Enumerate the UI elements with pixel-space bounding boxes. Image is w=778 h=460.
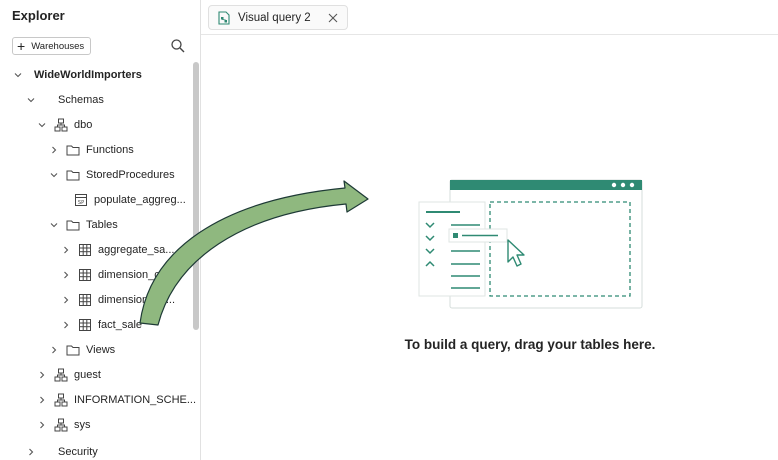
tree-item-database[interactable]: WideWorldImporters xyxy=(12,62,142,87)
tree-item-table[interactable]: fact_sale xyxy=(60,312,142,337)
tree-item-table[interactable]: dimension_cit... xyxy=(60,262,174,287)
empty-canvas-illustration xyxy=(418,179,643,309)
explorer-title: Explorer xyxy=(12,8,65,23)
tree-item-label: Views xyxy=(86,343,116,356)
close-icon[interactable] xyxy=(327,12,339,24)
tree-item-label: guest xyxy=(74,368,101,381)
explorer-scrollbar[interactable] xyxy=(193,62,199,330)
folder-icon xyxy=(66,145,80,155)
schema-icon xyxy=(54,368,68,381)
add-warehouses-button[interactable]: + Warehouses xyxy=(12,37,92,55)
table-icon xyxy=(79,293,91,306)
tree-item-procedure[interactable]: SP populate_aggreg... xyxy=(74,187,186,212)
tree-item-label: sys xyxy=(74,418,91,431)
schema-icon xyxy=(54,418,68,431)
tree-item-stored-procedures[interactable]: StoredProcedures xyxy=(48,162,175,187)
tree-item-label: StoredProcedures xyxy=(86,168,175,181)
tree-item-schemas[interactable]: Schemas xyxy=(25,87,104,112)
tab-bar: Visual query 2 xyxy=(201,0,778,35)
tree-item-label: aggregate_sa... xyxy=(98,243,175,256)
svg-text:SP: SP xyxy=(78,200,84,206)
tab-label: Visual query 2 xyxy=(238,11,311,24)
chevron-down-icon xyxy=(14,72,22,77)
chevron-right-icon xyxy=(52,346,57,353)
tree-item-label: Security xyxy=(58,445,98,458)
search-icon[interactable] xyxy=(170,38,186,54)
visual-query-icon xyxy=(218,10,230,25)
tree-item-dbo[interactable]: dbo xyxy=(36,112,92,137)
table-icon xyxy=(79,318,91,331)
chevron-right-icon xyxy=(52,146,57,153)
tree-item-label: Functions xyxy=(86,143,134,156)
folder-icon xyxy=(66,170,80,180)
schema-icon xyxy=(54,118,68,131)
tree-item-label: dbo xyxy=(74,118,93,131)
tree-item-label: INFORMATION_SCHE... xyxy=(74,393,197,406)
tree-item-label: dimension_cit... xyxy=(98,268,175,281)
chevron-right-icon xyxy=(64,246,69,253)
schema-icon xyxy=(54,393,68,406)
table-icon xyxy=(79,243,91,256)
tree-item-tables[interactable]: Tables xyxy=(48,212,118,237)
tab-visual-query[interactable]: Visual query 2 xyxy=(208,5,348,30)
folder-icon xyxy=(66,220,80,230)
chevron-down-icon xyxy=(50,222,58,227)
tree-item-guest[interactable]: guest xyxy=(36,362,101,387)
explorer-panel: Explorer + Warehouses WideWorldImporters… xyxy=(0,0,201,460)
tree-item-functions[interactable]: Functions xyxy=(48,137,134,162)
chevron-right-icon xyxy=(64,271,69,278)
chevron-right-icon xyxy=(64,296,69,303)
chevron-right-icon xyxy=(40,421,45,428)
tree-item-table[interactable]: aggregate_sa... xyxy=(60,237,174,262)
tree-item-security[interactable]: Security xyxy=(25,439,98,460)
tree-item-label: fact_sale xyxy=(98,318,143,331)
tree-item-label: dimension_cu... xyxy=(98,293,176,306)
warehouses-button-label: Warehouses xyxy=(31,40,85,52)
tree-item-label: Tables xyxy=(86,218,118,231)
stored-procedure-icon: SP xyxy=(75,193,87,206)
tree-item-sys[interactable]: sys xyxy=(36,412,91,437)
chevron-down-icon xyxy=(38,122,46,127)
folder-icon xyxy=(66,345,80,355)
chevron-down-icon xyxy=(27,97,35,102)
tree-item-label: Schemas xyxy=(58,93,104,106)
chevron-right-icon xyxy=(40,396,45,403)
chevron-right-icon xyxy=(29,448,34,455)
chevron-right-icon xyxy=(64,321,69,328)
tree-item-views[interactable]: Views xyxy=(48,337,115,362)
chevron-right-icon xyxy=(40,371,45,378)
empty-canvas-message: To build a query, drag your tables here. xyxy=(404,337,656,352)
table-icon xyxy=(79,268,91,281)
plus-icon: + xyxy=(17,38,26,54)
chevron-down-icon xyxy=(50,172,58,177)
tree-item-label: populate_aggreg... xyxy=(94,193,186,206)
tree-item-table[interactable]: dimension_cu... xyxy=(60,287,175,312)
tree-item-label: WideWorldImporters xyxy=(34,68,142,81)
tree-item-information-schema[interactable]: INFORMATION_SCHE... xyxy=(36,387,196,412)
